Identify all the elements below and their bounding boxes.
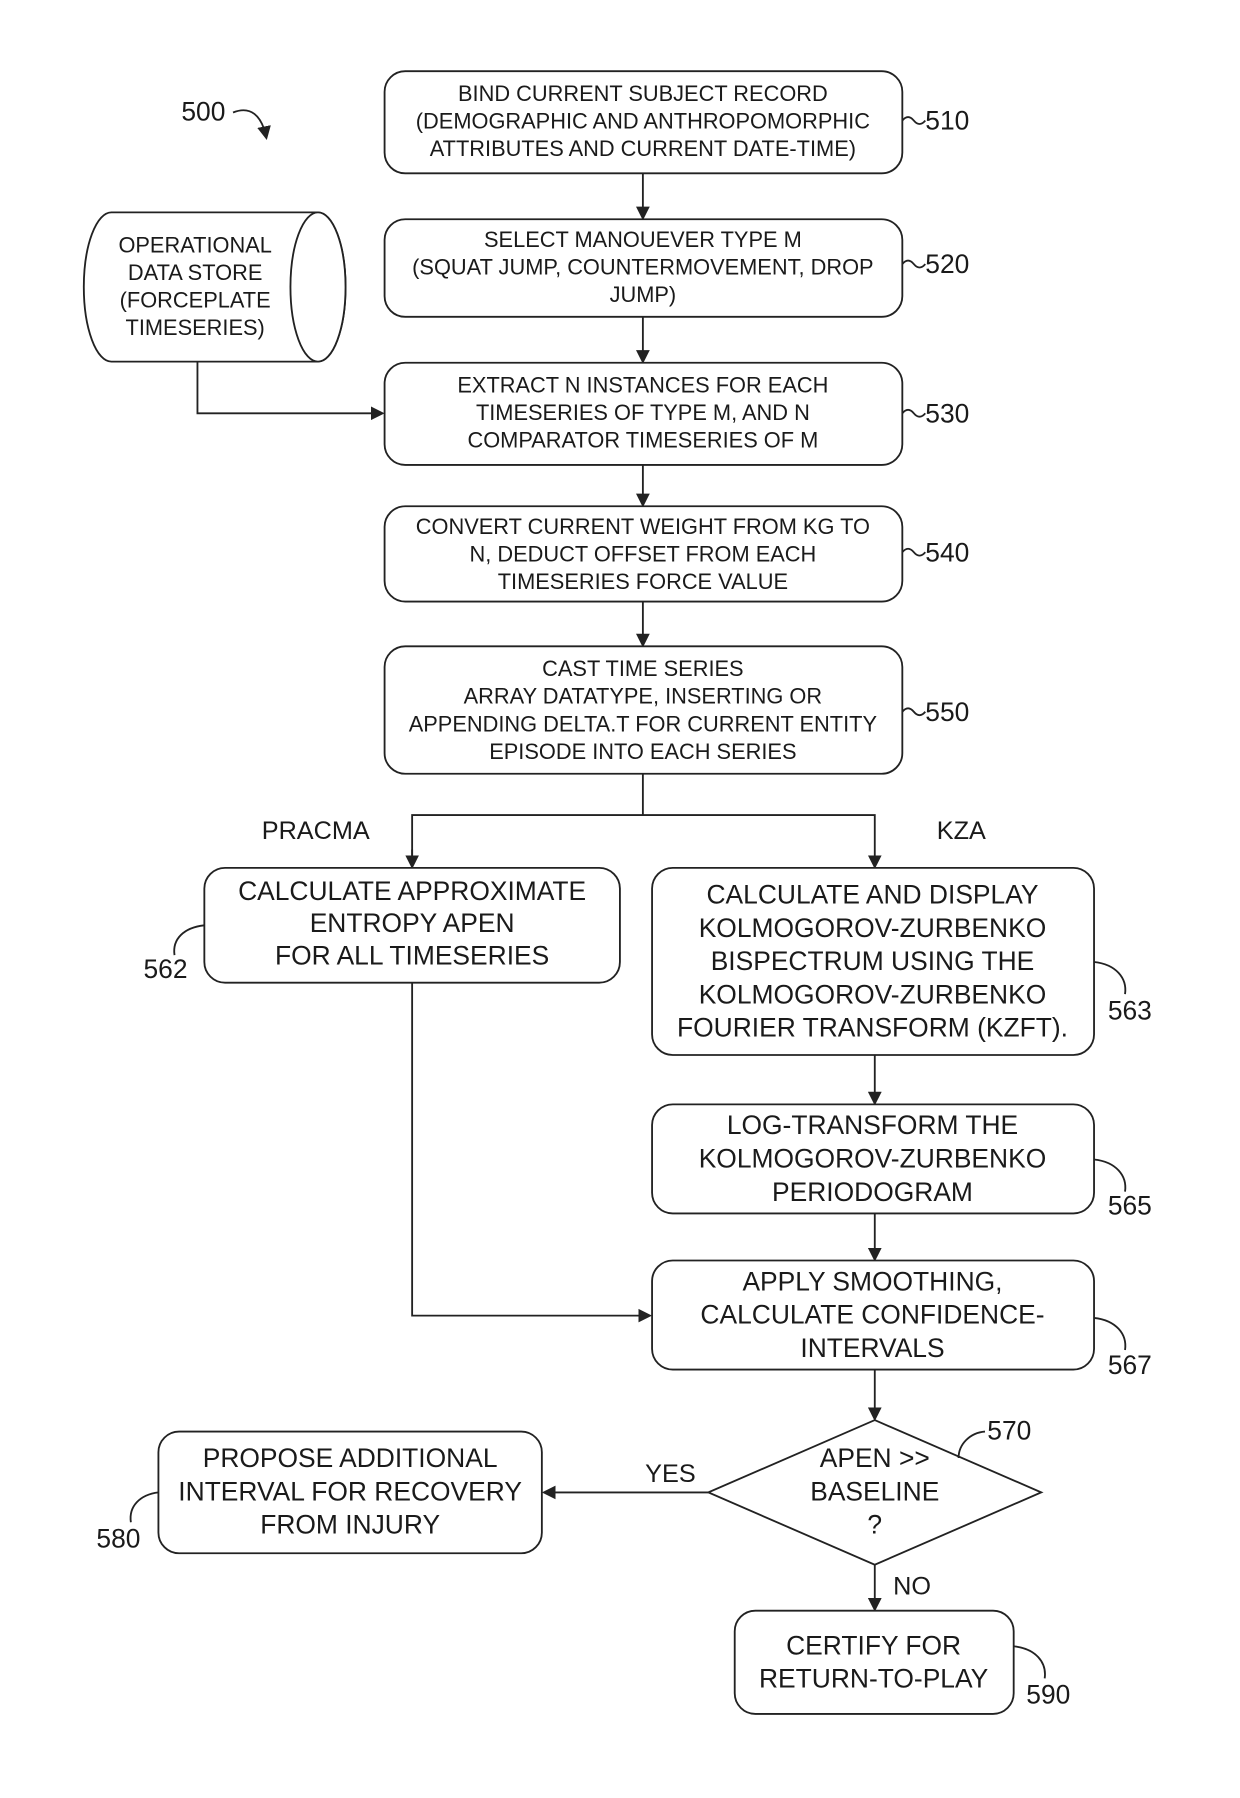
- decision-570: APEN >> BASELINE ? 570: [706, 1416, 1044, 1566]
- svg-text:FROM INJURY: FROM INJURY: [260, 1510, 440, 1540]
- svg-text:FOR ALL TIMESERIES: FOR ALL TIMESERIES: [275, 940, 549, 970]
- ref-563: 563: [1108, 995, 1152, 1025]
- svg-text:EPISODE INTO EACH SERIES: EPISODE INTO EACH SERIES: [489, 739, 796, 764]
- flowchart: 500 BIND CURRENT SUBJECT RECORD (DEMOGRA…: [82, 70, 1152, 1715]
- svg-text:ENTROPY APEN: ENTROPY APEN: [310, 908, 515, 938]
- ref-565: 565: [1108, 1191, 1152, 1221]
- svg-text:CALCULATE AND DISPLAY: CALCULATE AND DISPLAY: [707, 879, 1039, 909]
- svg-text:LOG-TRANSFORM THE: LOG-TRANSFORM THE: [727, 1110, 1018, 1140]
- label-kza: KZA: [937, 817, 986, 845]
- svg-text:CALCULATE CONFIDENCE-: CALCULATE CONFIDENCE-: [700, 1300, 1044, 1330]
- step-590: CERTIFY FOR RETURN-TO-PLAY 590: [733, 1609, 1070, 1715]
- ref-567: 567: [1108, 1350, 1152, 1380]
- svg-text:N, DEDUCT OFFSET FROM EACH: N, DEDUCT OFFSET FROM EACH: [470, 541, 817, 566]
- svg-text:BASELINE: BASELINE: [810, 1476, 939, 1506]
- step-530: EXTRACT N INSTANCES FOR EACH TIMESERIES …: [383, 361, 969, 466]
- svg-text:OPERATIONAL: OPERATIONAL: [118, 233, 271, 258]
- ref-550: 550: [925, 697, 969, 727]
- svg-text:DATA STORE: DATA STORE: [128, 260, 262, 285]
- ref-590: 590: [1026, 1680, 1070, 1710]
- svg-text:INTERVAL FOR RECOVERY: INTERVAL FOR RECOVERY: [178, 1476, 522, 1506]
- label-yes: YES: [645, 1460, 696, 1488]
- split-connector: [411, 773, 644, 866]
- ref-510: 510: [925, 106, 969, 136]
- svg-text:KOLMOGOROV-ZURBENKO: KOLMOGOROV-ZURBENKO: [699, 913, 1047, 943]
- svg-text:PROPOSE ADDITIONAL: PROPOSE ADDITIONAL: [203, 1443, 498, 1473]
- svg-text:TIMESERIES): TIMESERIES): [126, 315, 265, 340]
- svg-text:BISPECTRUM USING THE: BISPECTRUM USING THE: [711, 946, 1035, 976]
- step-510: BIND CURRENT SUBJECT RECORD (DEMOGRAPHIC…: [383, 70, 969, 175]
- svg-text:ARRAY DATATYPE, INSERTING OR: ARRAY DATATYPE, INSERTING OR: [464, 684, 823, 709]
- svg-text:CALCULATE APPROXIMATE: CALCULATE APPROXIMATE: [238, 876, 586, 906]
- svg-text:SELECT MANOUEVER TYPE M: SELECT MANOUEVER TYPE M: [484, 227, 802, 252]
- svg-text:(DEMOGRAPHIC AND ANTHROPOMORPH: (DEMOGRAPHIC AND ANTHROPOMORPHIC: [416, 109, 870, 134]
- svg-text:APEN >>: APEN >>: [820, 1443, 930, 1473]
- label-no: NO: [893, 1573, 931, 1601]
- label-pracma: PRACMA: [262, 817, 370, 845]
- ref-540: 540: [925, 537, 969, 567]
- svg-text:CAST TIME SERIES: CAST TIME SERIES: [542, 656, 743, 681]
- svg-text:TIMESERIES FORCE VALUE: TIMESERIES FORCE VALUE: [498, 569, 788, 594]
- svg-text:(FORCEPLATE: (FORCEPLATE: [120, 288, 271, 313]
- svg-text:ATTRIBUTES AND CURRENT DATE-TI: ATTRIBUTES AND CURRENT DATE-TIME): [430, 136, 856, 161]
- ref-570: 570: [987, 1416, 1031, 1446]
- svg-text:PERIODOGRAM: PERIODOGRAM: [772, 1177, 973, 1207]
- svg-text:APPENDING DELTA.T FOR CURRENT: APPENDING DELTA.T FOR CURRENT ENTITY: [409, 711, 878, 736]
- arrow-to-563: [642, 814, 882, 870]
- svg-text:CERTIFY FOR: CERTIFY FOR: [786, 1630, 961, 1660]
- step-563: CALCULATE AND DISPLAY KOLMOGOROV-ZURBENK…: [651, 866, 1152, 1056]
- svg-text:?: ?: [867, 1510, 882, 1540]
- arrow-store-530: [196, 361, 385, 421]
- step-580: PROPOSE ADDITIONAL INTERVAL FOR RECOVERY…: [96, 1430, 543, 1555]
- step-565: LOG-TRANSFORM THE KOLMOGOROV-ZURBENKO PE…: [651, 1103, 1152, 1221]
- svg-text:EXTRACT N INSTANCES FOR EACH: EXTRACT N INSTANCES FOR EACH: [457, 373, 828, 398]
- svg-text:KOLMOGOROV-ZURBENKO: KOLMOGOROV-ZURBENKO: [699, 1144, 1047, 1174]
- svg-text:KOLMOGOROV-ZURBENKO: KOLMOGOROV-ZURBENKO: [699, 979, 1047, 1009]
- ref-580: 580: [96, 1524, 140, 1554]
- svg-text:RETURN-TO-PLAY: RETURN-TO-PLAY: [759, 1664, 989, 1694]
- svg-text:JUMP): JUMP): [610, 282, 677, 307]
- svg-text:BIND CURRENT SUBJECT RECORD: BIND CURRENT SUBJECT RECORD: [458, 81, 828, 106]
- step-562: CALCULATE APPROXIMATE ENTROPY APEN FOR A…: [144, 866, 621, 984]
- ref-520: 520: [925, 249, 969, 279]
- svg-text:TIMESERIES OF TYPE M, AND N: TIMESERIES OF TYPE M, AND N: [476, 400, 810, 425]
- step-550: CAST TIME SERIES ARRAY DATATYPE, INSERTI…: [383, 645, 969, 775]
- arrow-562-567: [411, 982, 653, 1323]
- figure-ref-arrow: [232, 109, 271, 141]
- svg-text:CONVERT CURRENT WEIGHT FROM KG: CONVERT CURRENT WEIGHT FROM KG TO: [416, 514, 870, 539]
- step-567: APPLY SMOOTHING, CALCULATE CONFIDENCE- I…: [651, 1259, 1152, 1380]
- step-540: CONVERT CURRENT WEIGHT FROM KG TO N, DED…: [383, 505, 969, 603]
- step-520: SELECT MANOUEVER TYPE M (SQUAT JUMP, COU…: [383, 218, 969, 318]
- svg-text:(SQUAT JUMP, COUNTERMOVEMENT,: (SQUAT JUMP, COUNTERMOVEMENT, DROP: [412, 254, 873, 279]
- svg-text:FOURIER TRANSFORM (KZFT).: FOURIER TRANSFORM (KZFT).: [677, 1013, 1068, 1043]
- svg-text:APPLY SMOOTHING,: APPLY SMOOTHING,: [742, 1266, 1002, 1296]
- ref-530: 530: [925, 398, 969, 428]
- operational-data-store: OPERATIONAL DATA STORE (FORCEPLATE TIMES…: [82, 211, 347, 363]
- svg-text:INTERVALS: INTERVALS: [800, 1333, 944, 1363]
- figure-ref-500: 500: [181, 97, 225, 127]
- ref-562: 562: [144, 954, 188, 984]
- svg-text:COMPARATOR TIMESERIES OF M: COMPARATOR TIMESERIES OF M: [467, 428, 818, 453]
